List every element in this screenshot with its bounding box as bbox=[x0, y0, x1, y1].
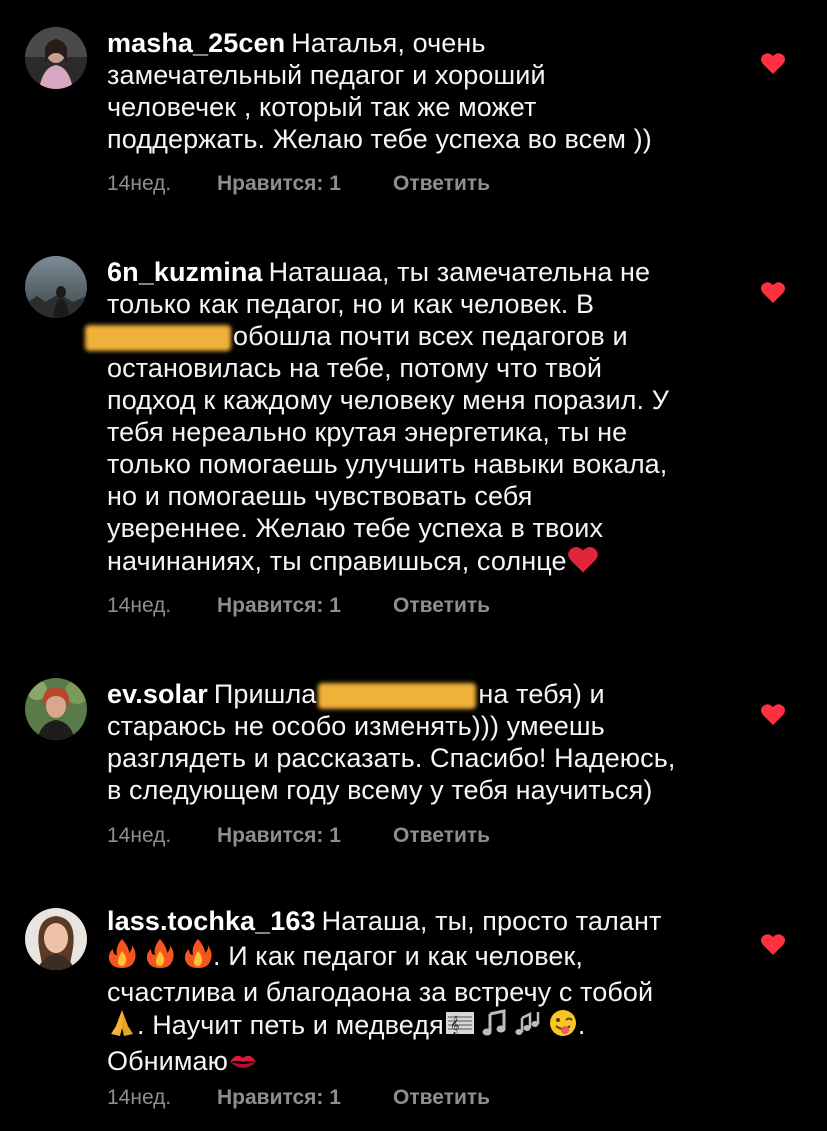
redacted-blur bbox=[318, 682, 477, 709]
comment-text: masha_25cen Наталья, очень замечательный … bbox=[107, 27, 727, 155]
comment-body-line: начинаниях, ты справишься, солнце bbox=[107, 546, 567, 576]
comment-meta: 14нед. Нравится: 1 Ответить bbox=[107, 172, 490, 196]
like-heart-icon[interactable] bbox=[760, 702, 786, 726]
comment-body-line: . И как педагог и как человек, bbox=[213, 941, 584, 971]
comment-body-line: Пришла bbox=[213, 679, 317, 709]
likes-count[interactable]: Нравится: 1 bbox=[217, 172, 393, 196]
time-ago: 14нед. bbox=[107, 172, 172, 195]
like-heart-icon[interactable] bbox=[760, 280, 786, 304]
folded-hands-emoji-icon bbox=[107, 1008, 137, 1045]
time-ago: 14нед. bbox=[107, 1086, 172, 1109]
fire-emoji-icon bbox=[107, 937, 137, 976]
fire-emoji-icon bbox=[183, 937, 213, 976]
comment-body-line: человечек , который так же может bbox=[107, 92, 537, 122]
comment-text: ev.solar Пришла на тебя) и стараюсь не осо… bbox=[107, 678, 727, 806]
winking-tongue-emoji-icon bbox=[548, 1008, 578, 1045]
svg-text:𝄞: 𝄞 bbox=[450, 1015, 460, 1035]
comment-body-line: . bbox=[577, 1010, 586, 1040]
comment-body-line: счастлива и благодаона за встречу с тобо… bbox=[107, 977, 654, 1007]
comment-body-line: Наташа, ты, просто талант bbox=[321, 906, 662, 936]
comment-body-line: поддержать. Желаю тебе успеха во всем )) bbox=[107, 124, 652, 154]
comment-meta: 14нед. Нравится: 1 Ответить bbox=[107, 824, 490, 848]
comment-body-line: на тебя) и bbox=[478, 679, 605, 709]
fire-emoji-icon bbox=[145, 937, 175, 976]
comment-meta: 14нед. Нравится: 1 Ответить bbox=[107, 594, 490, 618]
redacted-blur bbox=[85, 324, 231, 351]
musical-note-emoji-icon bbox=[480, 1008, 510, 1045]
like-heart-icon[interactable] bbox=[760, 51, 786, 75]
avatar[interactable] bbox=[25, 27, 87, 89]
username-link[interactable]: 6n_kuzmina bbox=[107, 257, 263, 287]
reply-button[interactable]: Ответить bbox=[393, 172, 490, 196]
username-link[interactable]: ev.solar bbox=[107, 679, 208, 709]
comment-body-line: Наташаа, ты замечательна не bbox=[268, 257, 651, 287]
comment-body-line: замечательный педагог и хороший bbox=[107, 60, 546, 90]
comment-text: lass.tochka_163 Наташа, ты, просто талант… bbox=[107, 905, 727, 1081]
red-heart-emoji-icon bbox=[567, 544, 599, 581]
likes-count[interactable]: Нравится: 1 bbox=[217, 594, 393, 618]
like-heart-icon[interactable] bbox=[760, 932, 786, 956]
comment-body-line: Наталья, очень bbox=[291, 28, 486, 58]
username-link[interactable]: lass.tochka_163 bbox=[107, 906, 316, 936]
kiss-mark-emoji-icon bbox=[228, 1049, 258, 1081]
comment-body-line: обошла почти всех педагогов и bbox=[233, 321, 628, 351]
reply-button[interactable]: Ответить bbox=[393, 594, 490, 618]
comment-body-line: Обнимаю bbox=[107, 1046, 228, 1076]
time-ago: 14нед. bbox=[107, 824, 172, 847]
comment-body-line: . Научит петь и медведя bbox=[137, 1010, 444, 1040]
comment-body-line: стараюсь не особо изменять))) умеешь раз… bbox=[107, 711, 676, 805]
reply-button[interactable]: Ответить bbox=[393, 1086, 490, 1110]
likes-count[interactable]: Нравится: 1 bbox=[217, 824, 393, 848]
username-link[interactable]: masha_25cen bbox=[107, 28, 285, 58]
avatar[interactable] bbox=[25, 908, 87, 970]
avatar[interactable] bbox=[25, 678, 87, 740]
comment-meta: 14нед. Нравится: 1 Ответить bbox=[107, 1086, 490, 1110]
comment-body-line: остановилась на тебе, потому что твой по… bbox=[107, 353, 669, 543]
comment-text: 6n_kuzmina Наташаа, ты замечательна не то… bbox=[85, 256, 727, 581]
comment-body-line: только как педагог, но и как человек. В bbox=[107, 289, 595, 319]
musical-score-emoji-icon: 𝄞 bbox=[444, 1008, 476, 1045]
time-ago: 14нед. bbox=[107, 594, 172, 617]
likes-count[interactable]: Нравится: 1 bbox=[217, 1086, 393, 1110]
musical-notes-emoji-icon bbox=[514, 1008, 544, 1045]
reply-button[interactable]: Ответить bbox=[393, 824, 490, 848]
avatar[interactable] bbox=[25, 256, 87, 318]
